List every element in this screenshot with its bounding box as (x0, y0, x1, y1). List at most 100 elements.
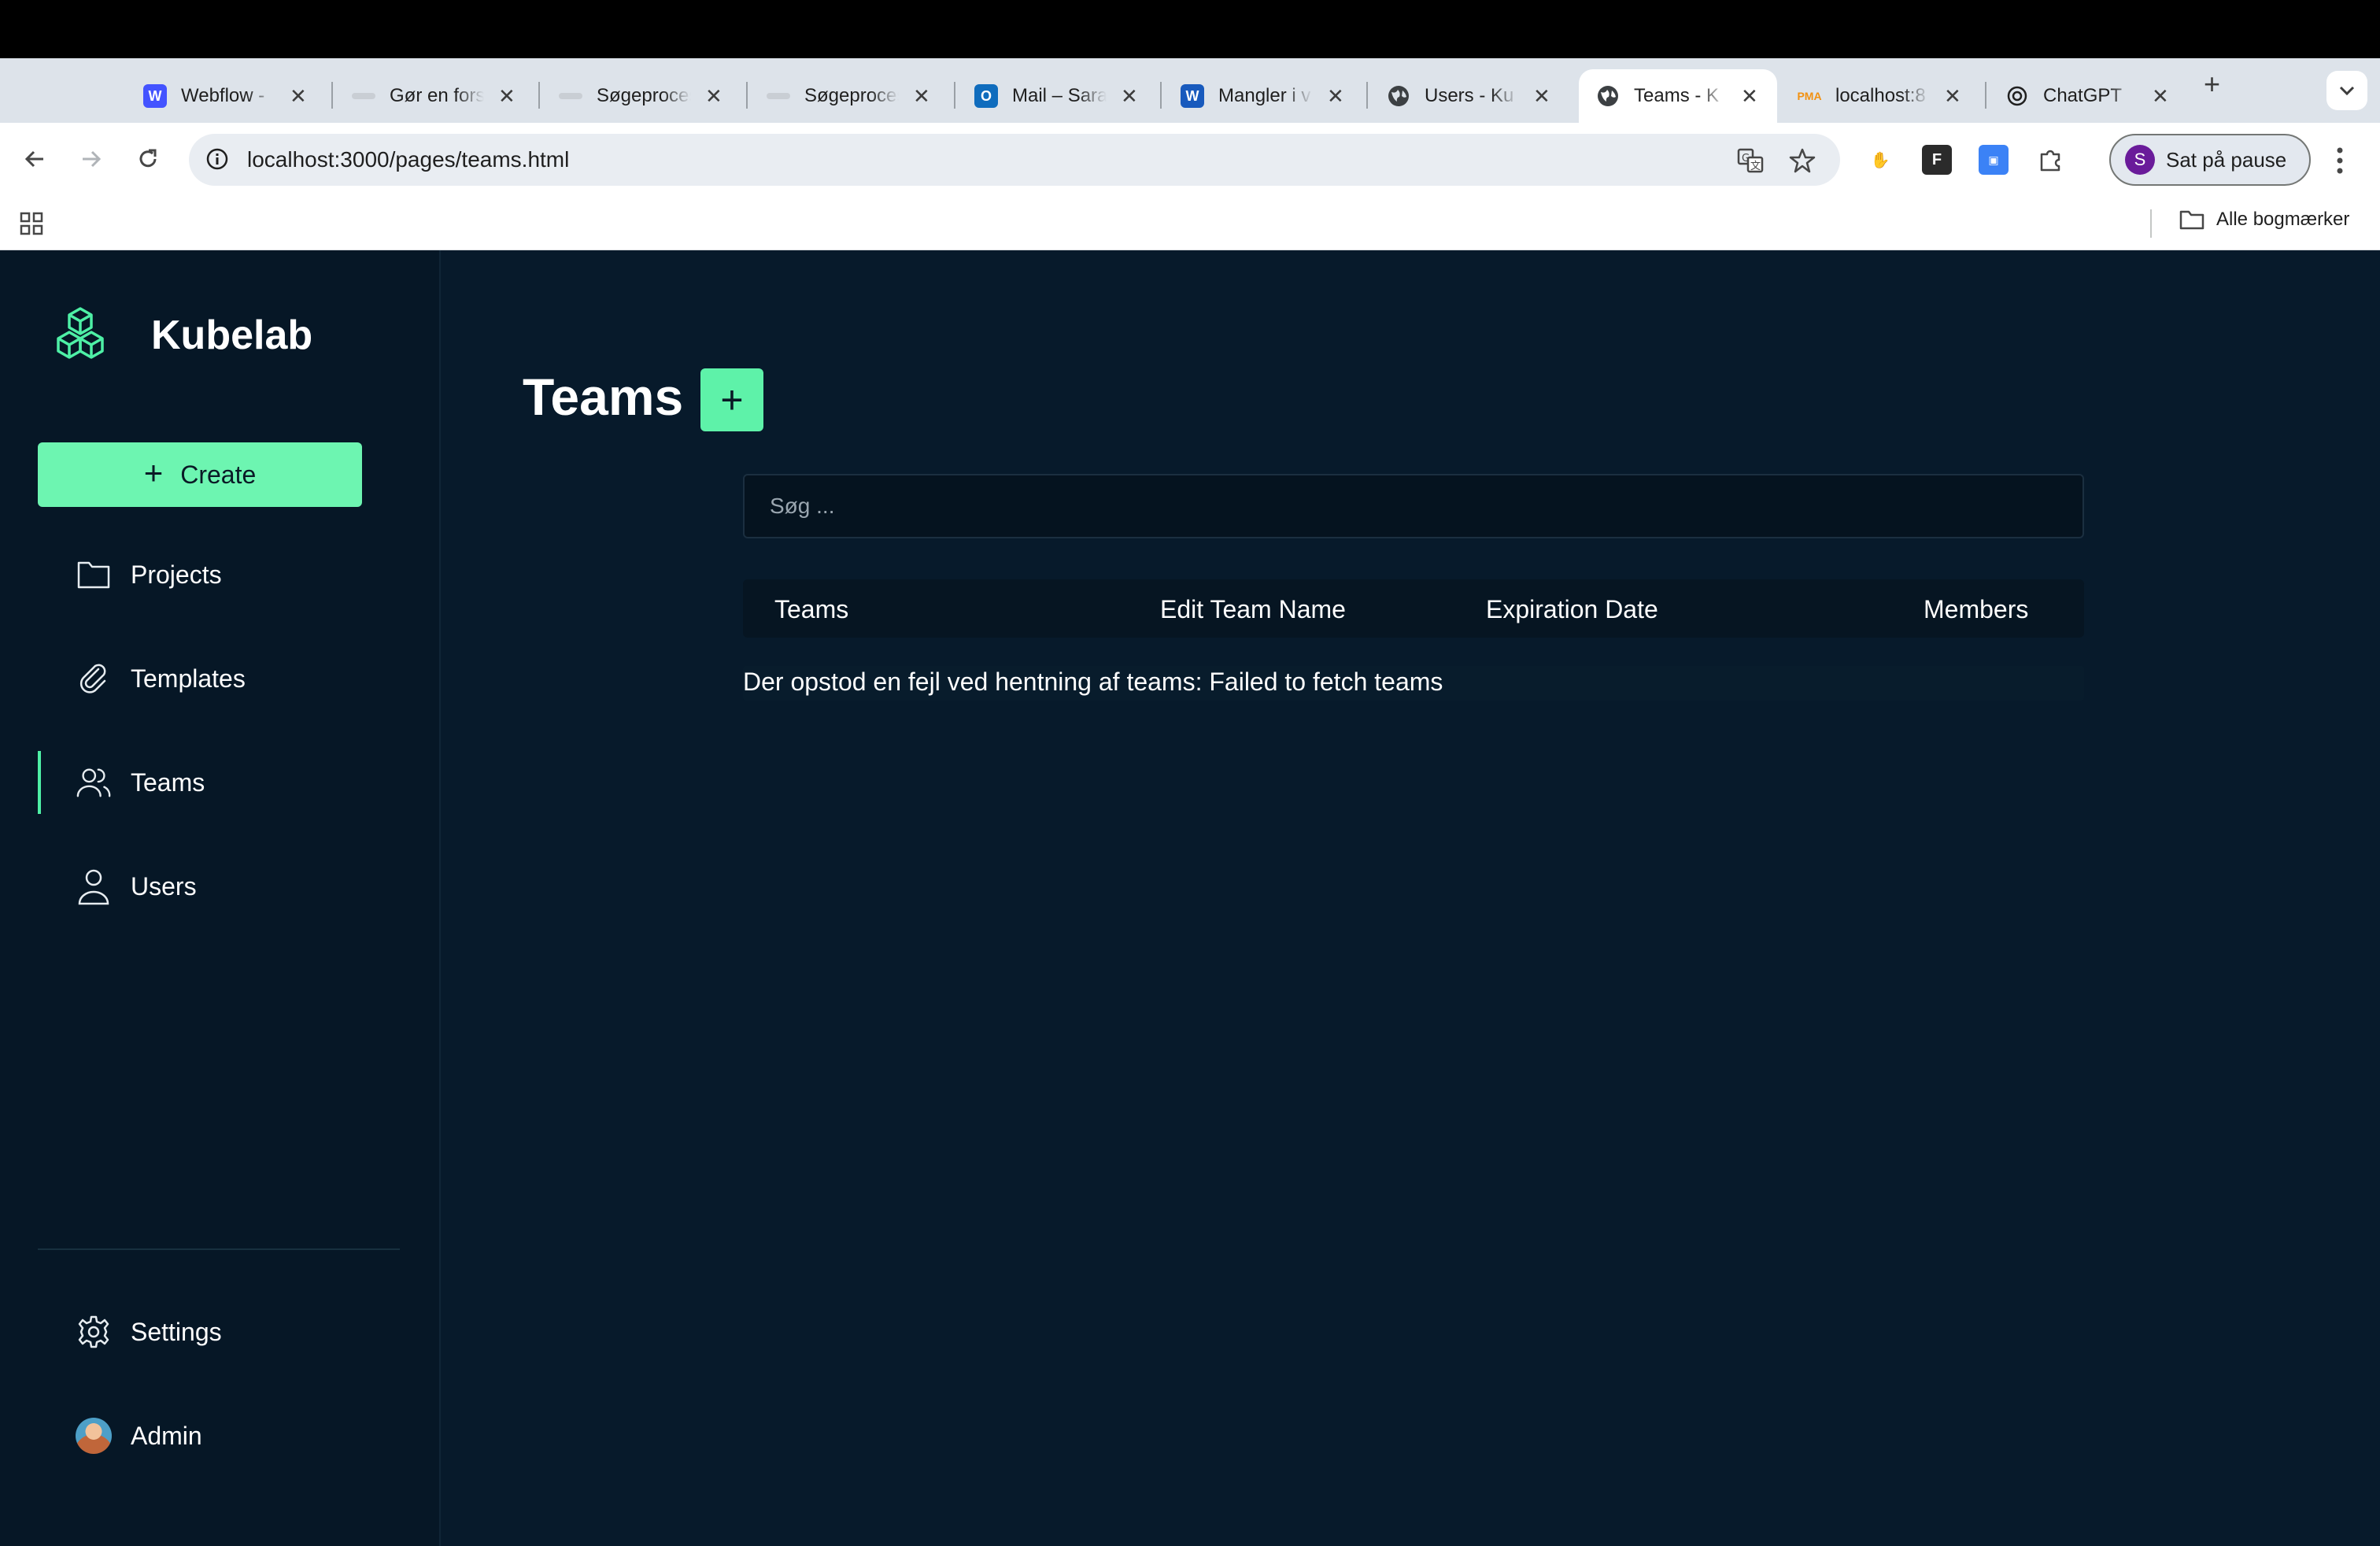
close-icon[interactable]: ✕ (913, 84, 930, 109)
plus-icon: + (720, 378, 744, 422)
brand[interactable]: Kubelab (50, 305, 312, 364)
tab-divider (1985, 82, 1986, 109)
page-icon (767, 93, 790, 99)
new-tab-button[interactable]: + (2204, 68, 2220, 101)
apps-grid-icon[interactable] (19, 211, 44, 240)
plus-icon: + (143, 454, 164, 491)
sidebar: Kubelab + Create Projects Templates Team… (0, 250, 441, 1546)
page-title: Teams (523, 368, 684, 426)
close-icon[interactable]: ✕ (1533, 84, 1550, 109)
arrow-left-icon (24, 150, 43, 168)
page-icon (559, 93, 582, 99)
close-icon[interactable]: ✕ (290, 84, 307, 109)
profile-button[interactable]: S Sat på pause (2109, 134, 2311, 186)
kubelab-app: Kubelab + Create Projects Templates Team… (0, 250, 2380, 1546)
tab-search-button[interactable] (2326, 71, 2367, 110)
translate-icon[interactable]: G文 (1736, 146, 1765, 179)
tab-divider (954, 82, 955, 109)
sidebar-item-label: Admin (131, 1421, 202, 1450)
chatgpt-icon (2005, 84, 2029, 108)
browser-tab[interactable]: ChatGPT ✕ (1988, 69, 2183, 123)
close-icon[interactable]: ✕ (2152, 84, 2169, 109)
sidebar-divider (38, 1248, 400, 1250)
users-group-icon (76, 764, 112, 801)
close-icon[interactable]: ✕ (498, 84, 516, 109)
back-button[interactable] (17, 142, 52, 176)
browser-tab[interactable]: Gør en forskel ✕ (334, 69, 530, 123)
folder-icon (76, 557, 112, 593)
browser-tab[interactable]: Søgeprocessen ✕ (749, 69, 944, 123)
sidebar-item-templates[interactable]: Templates (38, 647, 400, 710)
create-button[interactable]: + Create (38, 442, 362, 507)
tab-divider (746, 82, 748, 109)
sidebar-item-label: Settings (131, 1317, 222, 1346)
forward-button[interactable] (74, 142, 109, 176)
add-team-button[interactable]: + (700, 368, 763, 431)
column-header-members: Members (1924, 595, 2029, 623)
sidebar-item-label: Teams (131, 767, 205, 797)
browser-toolbar: localhost:3000/pages/teams.html G文 ✋ F ▣… (0, 123, 2380, 197)
sidebar-item-label: Users (131, 871, 197, 901)
browser-tab-active[interactable]: Teams - K ✕ (1579, 69, 1777, 123)
brand-name: Kubelab (151, 312, 313, 358)
browser-tab[interactable]: Søgeprocessen ✕ (541, 69, 737, 123)
svg-text:文: 文 (1750, 161, 1761, 172)
avatar (76, 1418, 112, 1454)
globe-icon (1387, 84, 1410, 108)
folder-icon (2179, 210, 2204, 230)
browser-tab[interactable]: W Webflow - ✕ (126, 69, 321, 123)
paperclip-icon (76, 660, 112, 697)
star-icon[interactable] (1788, 146, 1816, 179)
extensions-puzzle-icon[interactable] (2035, 145, 2065, 175)
extension-f-icon[interactable]: F (1922, 145, 1952, 175)
phpmyadmin-icon: PMA (1797, 90, 1822, 102)
search-input[interactable] (743, 474, 2084, 538)
more-menu-icon[interactable] (2334, 145, 2345, 180)
sidebar-item-label: Templates (131, 664, 246, 693)
sidebar-item-label: Projects (131, 560, 222, 589)
close-icon[interactable]: ✕ (705, 84, 722, 109)
close-icon[interactable]: ✕ (1944, 84, 1961, 109)
sidebar-item-admin[interactable]: Admin (38, 1404, 400, 1467)
webflow-icon: W (143, 84, 167, 108)
error-message: Der opstod en fejl ved hentning af teams… (743, 666, 2084, 701)
tab-divider (331, 82, 333, 109)
browser-tab[interactable]: Users - Ku ✕ (1369, 69, 1565, 123)
extension-blue-icon[interactable]: ▣ (1979, 145, 2009, 175)
column-header-expiration-date: Expiration Date (1486, 595, 1658, 623)
bookmarks-divider (2150, 209, 2152, 238)
macos-menubar-area (0, 0, 2380, 58)
all-bookmarks-button[interactable]: Alle bogmærker (2179, 208, 2349, 231)
sidebar-item-settings[interactable]: Settings (38, 1300, 400, 1363)
close-icon[interactable]: ✕ (1121, 84, 1138, 109)
browser-tab[interactable]: W Mangler i v ✕ (1163, 69, 1358, 123)
site-info-icon[interactable] (205, 146, 230, 176)
main-content: Teams + Teams Edit Team Name Expiration … (442, 250, 2380, 1546)
bookmarks-bar: Alle bogmærker (0, 197, 2380, 250)
sidebar-item-projects[interactable]: Projects (38, 543, 400, 606)
sidebar-item-users[interactable]: Users (38, 855, 400, 918)
address-bar[interactable]: localhost:3000/pages/teams.html G文 (189, 134, 1840, 186)
chevron-down-icon (2339, 86, 2355, 96)
outlook-icon: O (974, 84, 998, 108)
column-header-edit-team-name: Edit Team Name (1160, 595, 1346, 623)
tab-strip: W Webflow - ✕ Gør en forskel ✕ Søgeproce… (0, 58, 2380, 123)
close-icon[interactable]: ✕ (1741, 84, 1758, 109)
arrow-right-icon (83, 150, 102, 168)
page-icon (352, 93, 375, 99)
url-text: localhost:3000/pages/teams.html (247, 147, 570, 172)
browser-tab[interactable]: O Mail – Sara ✕ (957, 69, 1152, 123)
browser-tab[interactable]: PMA localhost:8 ✕ (1780, 69, 1975, 123)
reload-icon (139, 149, 157, 168)
sidebar-item-teams[interactable]: Teams (38, 751, 400, 814)
close-icon[interactable]: ✕ (1327, 84, 1344, 109)
column-header-teams: Teams (774, 595, 849, 623)
reload-button[interactable] (131, 142, 165, 176)
tab-divider (1366, 82, 1368, 109)
tab-divider (538, 82, 540, 109)
gear-icon (76, 1314, 112, 1350)
extension-hand-icon[interactable]: ✋ (1865, 145, 1895, 175)
profile-avatar: S (2125, 145, 2155, 175)
word-icon: W (1181, 84, 1204, 108)
tab-divider (1160, 82, 1162, 109)
